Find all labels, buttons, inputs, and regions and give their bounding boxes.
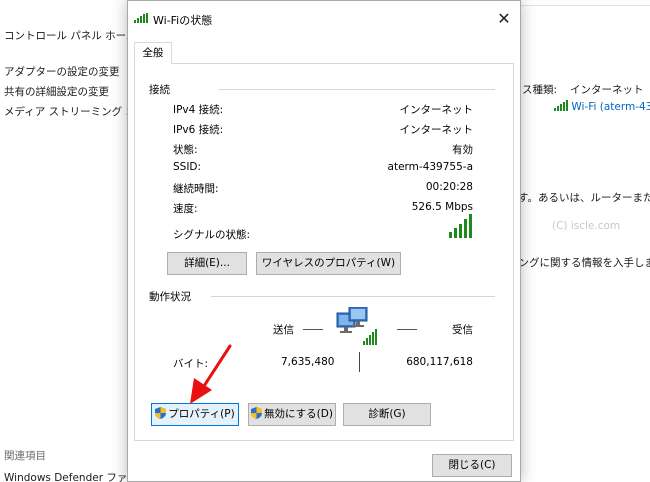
ipv6-label: IPv6 接続: — [173, 124, 224, 136]
received-label: 受信 — [452, 324, 473, 336]
bytes-sent-value: 7,635,480 — [281, 356, 335, 368]
uac-shield-icon — [155, 407, 167, 419]
wifi-signal-icon — [554, 100, 568, 111]
wifi-connection-link[interactable]: Wi-Fi (aterm-439 — [554, 100, 650, 113]
access-type-value: インターネット — [570, 84, 644, 96]
ipv6-value: インターネット — [399, 124, 474, 136]
duration-label: 継続時間: — [173, 183, 219, 195]
activity-group-divider — [211, 296, 495, 297]
duration-value: 00:20:28 — [425, 181, 473, 193]
ipv4-label: IPv4 接続: — [173, 104, 224, 116]
wireless-properties-button[interactable]: ワイヤレスのプロパティ(W) — [256, 252, 401, 275]
bytes-received-value: 680,117,618 — [406, 356, 473, 368]
speed-label: 速度: — [173, 203, 198, 215]
diagnose-button[interactable]: 診断(G) — [343, 403, 431, 426]
sent-label: 送信 — [273, 324, 294, 336]
troubleshoot-text: す。あるいは、ルーターまたはア — [518, 192, 650, 204]
dialog-titlebar[interactable]: Wi-Fiの状態 ✕ — [128, 1, 520, 37]
watermark-text: (C) iscle.com — [552, 220, 621, 232]
tab-general[interactable]: 全般 — [134, 42, 172, 64]
speed-value: 526.5 Mbps — [411, 201, 473, 213]
state-value: 有効 — [452, 144, 473, 156]
disable-button-label: 無効にする(D) — [264, 408, 333, 420]
info-text: ィングに関する情報を入手しま — [508, 257, 650, 269]
signal-strength-icon — [449, 214, 472, 238]
access-type-label: ス種類: — [522, 84, 558, 96]
wifi-connection-link-label: Wi-Fi (aterm-439 — [571, 101, 650, 113]
signal-label: シグナルの状態: — [173, 229, 251, 241]
red-arrow — [190, 344, 232, 404]
connection-group-divider — [219, 89, 495, 90]
ssid-label: SSID: — [173, 161, 202, 173]
background-left-pane: コントロール パネル ホーム アダプターの設定の変更 共有の詳細設定の変更 メデ… — [0, 0, 167, 482]
change-adapter-settings-link[interactable]: アダプターの設定の変更 — [4, 64, 120, 79]
bytes-separator — [359, 352, 360, 372]
sent-connector-line — [303, 329, 323, 330]
wifi-signal-icon — [134, 13, 148, 23]
connection-group-heading: 接続 — [149, 84, 170, 96]
details-button[interactable]: 詳細(E)... — [167, 252, 247, 275]
state-label: 状態: — [173, 144, 198, 156]
background-right-pane: ス種類: インターネット Wi-Fi (aterm-439 す。あるいは、ルータ… — [508, 0, 650, 482]
network-computers-icon — [336, 307, 377, 345]
close-button[interactable]: 閉じる(C) — [432, 454, 512, 477]
ipv4-value: インターネット — [399, 104, 474, 116]
activity-group-heading: 動作状況 — [149, 291, 191, 303]
dialog-title: Wi-Fiの状態 — [153, 14, 213, 27]
control-panel-home-link[interactable]: コントロール パネル ホーム — [4, 28, 136, 43]
received-connector-line — [397, 329, 417, 330]
related-heading: 関連項目 — [4, 450, 46, 462]
disable-button[interactable]: 無効にする(D) — [248, 403, 336, 426]
ssid-value: aterm-439755-a — [387, 161, 473, 173]
close-icon[interactable]: ✕ — [488, 5, 520, 33]
uac-shield-icon — [251, 407, 263, 419]
change-sharing-settings-link[interactable]: 共有の詳細設定の変更 — [4, 84, 109, 99]
